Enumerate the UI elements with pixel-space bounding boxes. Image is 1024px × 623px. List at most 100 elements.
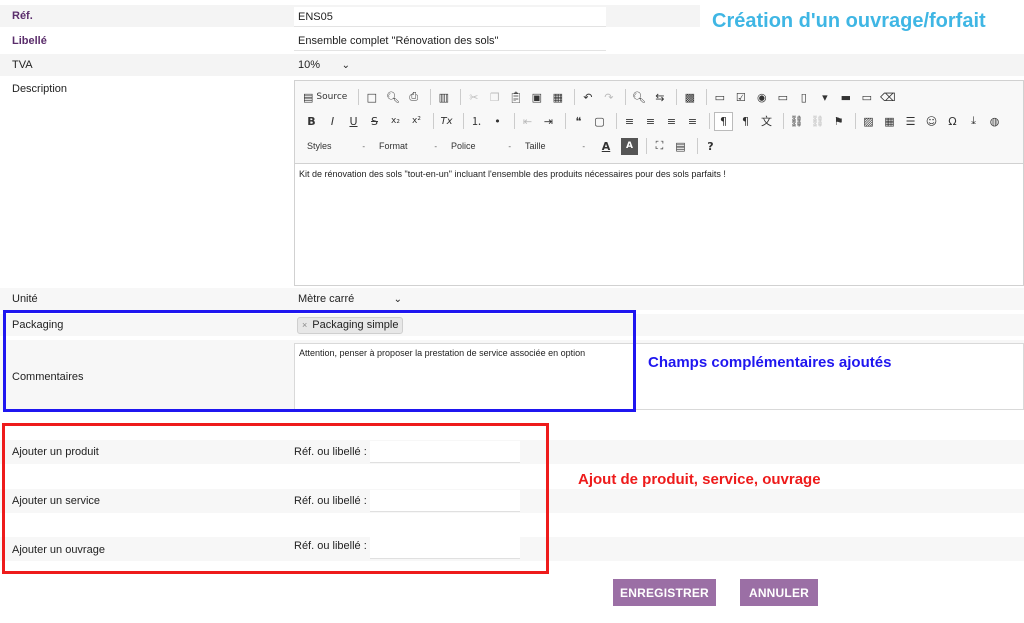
cut-icon[interactable]: ✂ (465, 89, 482, 106)
align-right-icon[interactable]: ≡ (663, 113, 680, 130)
about-icon[interactable]: ? (702, 138, 719, 155)
special-char-icon[interactable]: Ω (944, 113, 961, 130)
annotation-box-blue (3, 310, 636, 412)
separator (514, 113, 515, 129)
indent-icon[interactable]: ⇥ (540, 113, 557, 130)
anchor-icon[interactable]: ⚑ (830, 113, 847, 130)
unite-select[interactable]: Mètre carré ⌄ (298, 293, 402, 307)
font-label: Police (451, 141, 476, 151)
format-label: Format (379, 141, 408, 151)
chevron-down-icon: - (362, 141, 365, 151)
page-break-icon[interactable]: ⤓ (965, 113, 982, 130)
align-left-icon[interactable]: ≡ (621, 113, 638, 130)
bold-icon[interactable]: B (303, 113, 320, 130)
iframe-icon[interactable]: ◍ (986, 113, 1003, 130)
separator (574, 89, 576, 105)
redo-icon[interactable]: ↷ (600, 89, 617, 106)
show-blocks-icon[interactable]: ▤ (672, 138, 689, 155)
unlink-icon[interactable]: ⛓ (809, 113, 826, 130)
new-page-icon[interactable]: □ (363, 89, 380, 106)
image-icon[interactable]: ▨ (860, 113, 877, 130)
unite-value: Mètre carré (298, 293, 355, 305)
image-button-icon[interactable]: ▭ (858, 89, 875, 106)
blockquote-icon[interactable]: ❝ (570, 113, 587, 130)
smiley-icon[interactable]: ☺ (923, 113, 940, 130)
separator (616, 113, 617, 129)
paste-word-icon[interactable]: ▦ (549, 89, 566, 106)
libelle-input[interactable]: Ensemble complet "Rénovation des sols" (294, 31, 606, 51)
link-icon[interactable]: ⛓ (788, 113, 805, 130)
tva-select[interactable]: 10% ⌄ (298, 59, 350, 73)
align-center-icon[interactable]: ≡ (642, 113, 659, 130)
separator (676, 89, 678, 105)
chevron-down-icon: ⌄ (341, 60, 350, 71)
styles-combo[interactable]: Styles - (303, 138, 369, 155)
horizontal-rule-icon[interactable]: ☰ (902, 113, 919, 130)
print-icon[interactable]: ⎙ (405, 89, 422, 106)
undo-icon[interactable]: ↶ (579, 89, 596, 106)
unite-label: Unité (12, 293, 38, 305)
subscript-icon[interactable]: x₂ (387, 113, 404, 130)
checkbox-icon[interactable]: ☑ (732, 89, 749, 106)
separator (565, 113, 566, 129)
separator (433, 113, 434, 129)
editor-content[interactable]: Kit de rénovation des sols "tout-en-un" … (299, 169, 726, 179)
remove-format-icon[interactable]: Tx (438, 113, 455, 130)
maximize-icon[interactable]: ⛶ (651, 138, 668, 155)
templates-icon[interactable]: ▥ (435, 89, 452, 106)
button-field-icon[interactable]: ▬ (837, 89, 854, 106)
separator (783, 113, 784, 129)
size-combo[interactable]: Taille - (521, 138, 589, 155)
radio-icon[interactable]: ◉ (753, 89, 770, 106)
chevron-down-icon: - (508, 141, 511, 151)
replace-icon[interactable]: ⇆ (651, 89, 668, 106)
separator (358, 89, 360, 105)
hidden-field-icon[interactable]: ⌫ (879, 89, 896, 106)
font-combo[interactable]: Police - (447, 138, 515, 155)
save-button[interactable]: ENREGISTRER (613, 579, 716, 606)
textfield-icon[interactable]: ▭ (774, 89, 791, 106)
toolbar-row-3: Styles - Format - Police - Taille - A A … (303, 136, 723, 156)
select-field-icon[interactable]: ▾ (816, 89, 833, 106)
copy-icon[interactable]: ❐ (486, 89, 503, 106)
annotation-box-red (2, 423, 549, 574)
source-icon: ▤ (303, 90, 314, 104)
cancel-button[interactable]: ANNULER (740, 579, 818, 606)
separator (625, 89, 627, 105)
underline-icon[interactable]: U (345, 113, 362, 130)
format-combo[interactable]: Format - (375, 138, 441, 155)
toolbar-row-2: B I U S x₂ x² Tx ⒈ • ⇤ ⇥ ❝ ▢ ≡ ≡ ≡ ≡ ¶ ¶… (303, 111, 1007, 131)
table-icon[interactable]: ▦ (881, 113, 898, 130)
background-color-icon[interactable]: A (621, 137, 638, 155)
source-button[interactable]: ▤ Source (303, 89, 350, 106)
italic-icon[interactable]: I (324, 113, 341, 130)
rich-text-editor[interactable]: ▤ Source □ 🔍︎ ⎙ ▥ ✂ ❐ 📋︎ ▣ ▦ ↶ ↷ 🔍︎ ⇆ ▩ … (294, 80, 1024, 286)
ltr-icon[interactable]: ¶ (714, 111, 733, 131)
strike-icon[interactable]: S (366, 113, 383, 130)
annotation-blue-label: Champs complémentaires ajoutés (648, 354, 892, 371)
numbered-list-icon[interactable]: ⒈ (468, 113, 485, 130)
separator (709, 113, 710, 129)
separator (460, 89, 462, 105)
textarea-icon[interactable]: ▯ (795, 89, 812, 106)
language-icon[interactable]: 文 (758, 113, 775, 130)
form-icon[interactable]: ▭ (711, 89, 728, 106)
select-all-icon[interactable]: ▩ (681, 89, 698, 106)
row-background (0, 288, 1024, 310)
div-icon[interactable]: ▢ (591, 113, 608, 130)
ref-input[interactable]: ENS05 (294, 7, 606, 27)
superscript-icon[interactable]: x² (408, 113, 425, 130)
outdent-icon[interactable]: ⇤ (519, 113, 536, 130)
styles-label: Styles (307, 141, 332, 151)
justify-icon[interactable]: ≡ (684, 113, 701, 130)
chevron-down-icon: - (434, 141, 437, 151)
rtl-icon[interactable]: ¶ (737, 113, 754, 130)
find-icon[interactable]: 🔍︎ (630, 89, 647, 106)
preview-icon[interactable]: 🔍︎ (384, 89, 401, 106)
page-title: Création d'un ouvrage/forfait (712, 10, 986, 32)
paste-icon[interactable]: 📋︎ (507, 89, 524, 106)
bullet-list-icon[interactable]: • (489, 113, 506, 130)
text-color-icon[interactable]: A (595, 138, 617, 155)
description-label: Description (12, 83, 68, 95)
paste-text-icon[interactable]: ▣ (528, 89, 545, 106)
